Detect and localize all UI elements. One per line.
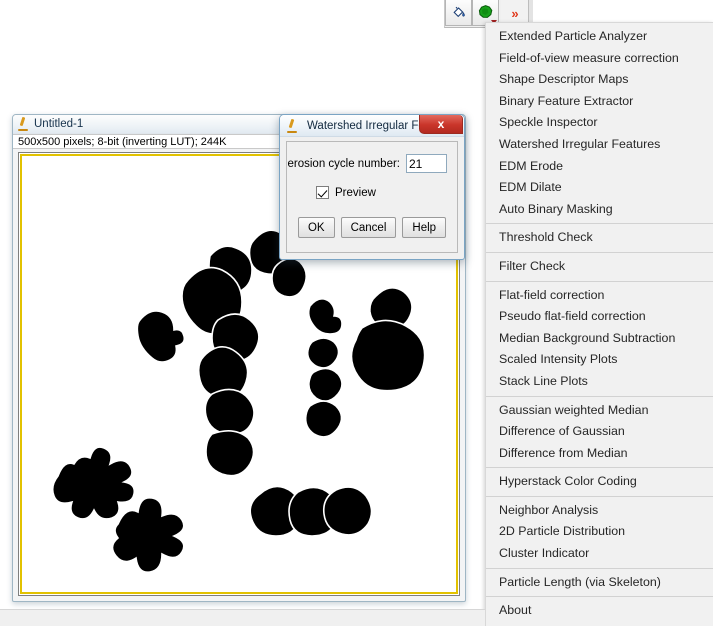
menu-item[interactable]: About: [486, 600, 713, 622]
erosion-cycle-input[interactable]: [406, 154, 447, 173]
close-icon[interactable]: x: [419, 115, 463, 134]
menu-item[interactable]: Pseudo flat-field correction: [486, 306, 713, 328]
image-window-title: Untitled-1: [34, 118, 84, 130]
dialog-body: erosion cycle number: Preview OK Cancel …: [286, 141, 458, 253]
menu-item[interactable]: Speckle Inspector: [486, 112, 713, 134]
menu-item[interactable]: Extended Particle Analyzer: [486, 26, 713, 48]
erosion-cycle-row: erosion cycle number:: [287, 142, 457, 173]
menu-separator: [486, 223, 713, 225]
menu-item[interactable]: EDM Dilate: [486, 177, 713, 199]
menu-item[interactable]: Cluster Indicator: [486, 543, 713, 565]
page-bottom-strip: [0, 610, 485, 626]
menu-item[interactable]: Particle Length (via Skeleton): [486, 572, 713, 594]
erosion-cycle-label: erosion cycle number:: [287, 157, 401, 170]
dialog-titlebar[interactable]: Watershed Irregular Fe... x: [280, 115, 464, 137]
menu-item[interactable]: Field-of-view measure correction: [486, 48, 713, 70]
menu-item[interactable]: Difference from Median: [486, 443, 713, 465]
preview-checkbox-row[interactable]: Preview: [287, 173, 457, 199]
menu-separator: [486, 280, 713, 282]
menu-separator: [486, 596, 713, 598]
menu-separator: [486, 251, 713, 253]
menu-item[interactable]: Hyperstack Color Coding: [486, 471, 713, 493]
menu-item[interactable]: Difference of Gaussian: [486, 421, 713, 443]
menu-separator: [486, 395, 713, 397]
menu-item[interactable]: Threshold Check: [486, 227, 713, 249]
menu-item[interactable]: Stack Line Plots: [486, 371, 713, 393]
imagej-microscope-icon: [286, 119, 298, 133]
menu-item[interactable]: Neighbor Analysis: [486, 500, 713, 522]
cancel-button[interactable]: Cancel: [340, 217, 397, 238]
watershed-dialog[interactable]: Watershed Irregular Fe... x erosion cycl…: [279, 114, 465, 260]
menu-item[interactable]: Auto Binary Masking: [486, 199, 713, 221]
preview-checkbox[interactable]: [316, 186, 329, 199]
help-button[interactable]: Help: [402, 217, 447, 238]
dialog-button-bar: OK Cancel Help: [287, 199, 457, 238]
menu-item[interactable]: EDM Erode: [486, 156, 713, 178]
fill-bucket-icon[interactable]: [445, 0, 472, 26]
menu-item[interactable]: Gaussian weighted Median: [486, 400, 713, 422]
menu-separator: [486, 495, 713, 497]
menu-item[interactable]: Filter Check: [486, 256, 713, 278]
menu-item[interactable]: Scaled Intensity Plots: [486, 349, 713, 371]
plugin-dropdown-menu[interactable]: Extended Particle Analyzer Field-of-view …: [485, 22, 713, 626]
menu-separator: [486, 567, 713, 569]
ok-button[interactable]: OK: [297, 217, 335, 238]
menu-item[interactable]: 2D Particle Distribution: [486, 521, 713, 543]
menu-item[interactable]: Median Background Subtraction: [486, 328, 713, 350]
imagej-microscope-icon: [17, 117, 29, 131]
menu-item[interactable]: Shape Descriptor Maps: [486, 69, 713, 91]
menu-item[interactable]: Binary Feature Extractor: [486, 91, 713, 113]
screen: » Untitled-1 500x500 pixels; 8-bit (inve…: [0, 0, 713, 626]
dialog-title: Watershed Irregular Fe...: [307, 119, 435, 132]
menu-item[interactable]: Flat-field correction: [486, 285, 713, 307]
menu-item[interactable]: Watershed Irregular Features: [486, 134, 713, 156]
menu-separator: [486, 467, 713, 469]
preview-label: Preview: [335, 186, 376, 199]
